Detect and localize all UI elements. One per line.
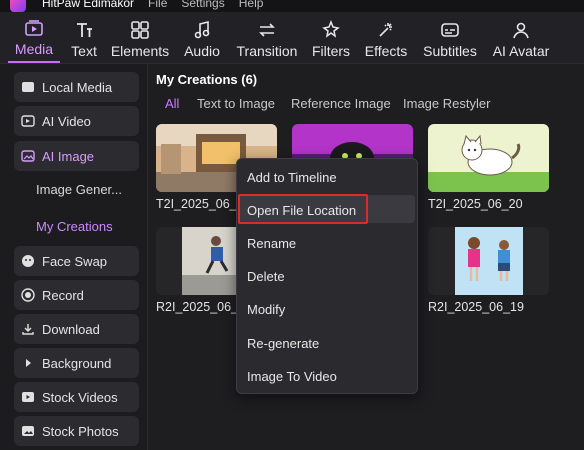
sidebar-item-label: Face Swap: [42, 253, 108, 269]
tab-transition-label: Transition: [236, 43, 298, 59]
tab-filters-label: Filters: [311, 43, 351, 59]
text-icon: [77, 23, 92, 37]
folder-icon: [21, 80, 35, 94]
filters-icon: [322, 20, 340, 38]
sidebar-item-download[interactable]: Download: [14, 314, 139, 344]
sidebar-item-ai-video[interactable]: AI Video: [14, 106, 139, 136]
sidebar-item-label: Download: [42, 321, 100, 337]
audio-icon: [194, 20, 210, 39]
sidebar-item-record[interactable]: Record: [14, 280, 139, 310]
menu-settings[interactable]: Settings: [181, 0, 224, 10]
tab-transition[interactable]: Transition: [236, 11, 298, 63]
sidebar-item-label: Stock Videos: [42, 389, 118, 405]
play-icon: [21, 356, 35, 370]
sidebar-item-stock-photos[interactable]: Stock Photos: [14, 416, 139, 446]
sidebar-item-label: AI Video: [42, 113, 91, 129]
tab-elements-label: Elements: [110, 43, 170, 59]
tab-ai-avatar[interactable]: AI Avatar: [491, 11, 551, 63]
tab-media-label: Media: [14, 41, 54, 57]
tab-audio-label: Audio: [184, 43, 220, 59]
thumbnail-label: R2I_2025_06_19: [428, 300, 524, 314]
tab-subtitles-label: Subtitles: [423, 43, 477, 59]
record-icon: [21, 288, 35, 302]
ai-image-icon: [21, 149, 35, 163]
thumbnail-kids[interactable]: [428, 227, 549, 295]
sidebar-item-face-swap[interactable]: Face Swap: [14, 246, 139, 276]
thumbnail-label: T2I_2025_06_20: [428, 197, 523, 211]
stock-videos-icon: [21, 390, 35, 404]
tab-audio[interactable]: Audio: [182, 11, 222, 63]
tab-filters[interactable]: Filters: [311, 11, 351, 63]
tab-text[interactable]: Text: [68, 11, 100, 63]
media-icon: [25, 20, 43, 36]
sidebar-item-background[interactable]: Background: [14, 348, 139, 378]
sidebar-item-image-generator[interactable]: Image Gener...: [36, 182, 122, 197]
ai-video-icon: [21, 114, 35, 128]
sidebar-item-my-creations[interactable]: My Creations: [36, 219, 113, 234]
menu-item-image-to-video[interactable]: Image To Video: [247, 369, 337, 384]
tab-reference-image[interactable]: Reference Image: [291, 96, 391, 111]
stock-photos-icon: [21, 424, 35, 438]
tab-subtitles[interactable]: Subtitles: [422, 11, 478, 63]
menu-item-regenerate[interactable]: Re-generate: [247, 336, 319, 351]
tab-effects-label: Effects: [364, 43, 408, 59]
sidebar-item-local-media[interactable]: Local Media: [14, 72, 139, 102]
menu-help[interactable]: Help: [239, 0, 264, 10]
app-name: HitPaw Edimakor: [42, 0, 135, 10]
top-toolbar: Media Text Elements Audio Transition Fil…: [0, 12, 584, 64]
tab-image-restyler[interactable]: Image Restyler: [403, 96, 490, 111]
menu-file[interactable]: File: [148, 0, 167, 10]
tab-text-label: Text: [71, 43, 97, 59]
sidebar: Local Media AI Video AI Image Image Gene…: [0, 64, 148, 450]
tab-elements[interactable]: Elements: [110, 11, 170, 63]
elements-icon: [131, 21, 149, 39]
sidebar-item-stock-videos[interactable]: Stock Videos: [14, 382, 139, 412]
effects-icon: [379, 23, 392, 37]
tab-text-to-image[interactable]: Text to Image: [197, 96, 275, 111]
tab-ai-avatar-label: AI Avatar: [492, 43, 550, 59]
transition-icon: [259, 23, 275, 37]
menu-item-rename[interactable]: Rename: [247, 236, 296, 251]
sidebar-item-label: Stock Photos: [42, 423, 119, 439]
menu-item-modify[interactable]: Modify: [247, 302, 285, 317]
menu-item-add-to-timeline[interactable]: Add to Timeline: [247, 170, 337, 185]
sidebar-item-label: Record: [42, 287, 84, 303]
thumbnail-white-cat[interactable]: [428, 124, 549, 192]
face-swap-icon: [21, 254, 35, 268]
tab-all[interactable]: All: [165, 96, 179, 111]
sidebar-item-label: Background: [42, 355, 112, 371]
tab-media[interactable]: Media: [8, 11, 60, 63]
page-title: My Creations (6): [156, 72, 258, 87]
menu-item-delete[interactable]: Delete: [247, 269, 285, 284]
sidebar-item-label: Local Media: [42, 79, 113, 95]
subtitles-icon: [441, 23, 459, 37]
download-icon: [21, 322, 35, 336]
sidebar-item-ai-image[interactable]: AI Image: [14, 141, 139, 171]
sidebar-item-label: AI Image: [42, 148, 95, 164]
highlight-box: [238, 194, 368, 224]
tab-effects[interactable]: Effects: [365, 11, 407, 63]
avatar-icon: [513, 22, 529, 39]
